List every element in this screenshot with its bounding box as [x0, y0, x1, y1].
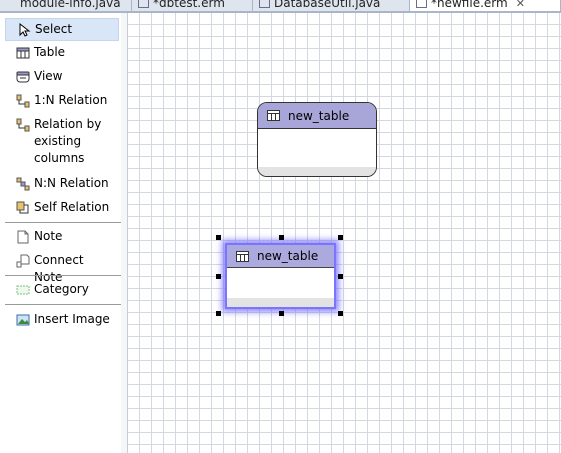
view-icon — [16, 71, 30, 83]
palette-label: Self Relation — [34, 200, 110, 214]
table-icon — [236, 250, 249, 262]
palette-label: View — [34, 69, 63, 83]
category-icon — [16, 285, 30, 295]
close-icon[interactable]: ✕ — [516, 0, 525, 10]
tab-module-info[interactable]: module-info.java — [0, 0, 132, 12]
table-icon — [416, 0, 427, 8]
palette-self-relation[interactable]: Self Relation — [5, 197, 119, 218]
palette-separator — [5, 304, 121, 305]
palette-label: Table — [34, 45, 66, 59]
palette-label: N:N Relation — [34, 176, 109, 190]
palette-canvas-divider — [121, 13, 128, 453]
resize-handle-sw[interactable] — [216, 311, 221, 316]
table-footer — [227, 298, 334, 307]
table-name: new_table — [257, 249, 319, 263]
palette-select[interactable]: Select — [5, 18, 119, 41]
resize-handle-n[interactable] — [279, 235, 284, 240]
palette-label: Note — [34, 229, 63, 243]
er-table-node-selected[interactable]: new_table — [225, 243, 336, 309]
relation-icon — [16, 94, 30, 108]
resize-handle-w[interactable] — [216, 274, 221, 279]
relation-icon — [16, 201, 29, 214]
java-file-icon — [259, 0, 270, 8]
tab-label: module-info.java — [20, 0, 121, 10]
tab-label: *newfile.erm — [431, 0, 508, 10]
palette-relation-existing[interactable]: Relation by existing columns — [5, 114, 119, 169]
palette-label: Category — [34, 282, 89, 296]
table-icon — [267, 110, 280, 121]
palette-nn-relation[interactable]: N:N Relation — [5, 173, 119, 194]
table-header[interactable]: new_table — [258, 103, 376, 129]
er-table-node[interactable]: new_table — [257, 102, 377, 177]
palette-label: Insert Image — [34, 312, 110, 326]
image-icon — [16, 314, 30, 326]
palette-table[interactable]: Table — [5, 42, 119, 63]
resize-handle-nw[interactable] — [216, 235, 221, 240]
relation-icon — [16, 177, 30, 191]
arrow-cursor-icon — [19, 23, 31, 37]
connect-note-icon — [16, 254, 30, 268]
palette-label: Select — [35, 22, 73, 36]
resize-handle-e[interactable] — [338, 274, 343, 279]
relation-icon — [16, 118, 30, 132]
diagram-canvas[interactable]: new_table new_table — [128, 13, 561, 453]
palette-separator — [5, 275, 121, 276]
palette-label: 1:N Relation — [34, 93, 108, 107]
tool-palette: Select Table View 1:N Relation Relation … — [0, 13, 122, 453]
palette-view[interactable]: View — [5, 66, 119, 87]
table-footer — [258, 167, 376, 176]
palette-insert-image[interactable]: Insert Image — [5, 309, 119, 330]
palette-label: Relation by existing columns — [34, 117, 102, 165]
palette-separator — [5, 222, 121, 223]
resize-handle-s[interactable] — [279, 311, 284, 316]
table-header[interactable]: new_table — [227, 245, 334, 268]
tab-label: DatabaseUtil.java — [274, 0, 381, 10]
palette-category[interactable]: Category — [5, 279, 119, 300]
tab-label: *dbtest.erm — [153, 0, 225, 10]
resize-handle-ne[interactable] — [338, 235, 343, 240]
editor-tab-bar: module-info.java *dbtest.erm DatabaseUti… — [0, 0, 561, 13]
palette-note[interactable]: Note — [5, 226, 119, 247]
tab-newfile[interactable]: *newfile.erm ✕ — [410, 0, 561, 12]
table-icon — [16, 47, 30, 59]
table-name: new_table — [288, 108, 350, 123]
tab-dbtest[interactable]: *dbtest.erm — [132, 0, 253, 12]
tab-databaseutil[interactable]: DatabaseUtil.java — [253, 0, 410, 12]
palette-1n-relation[interactable]: 1:N Relation — [5, 90, 119, 111]
table-icon — [138, 0, 149, 8]
resize-handle-se[interactable] — [338, 311, 343, 316]
note-icon — [17, 230, 29, 244]
